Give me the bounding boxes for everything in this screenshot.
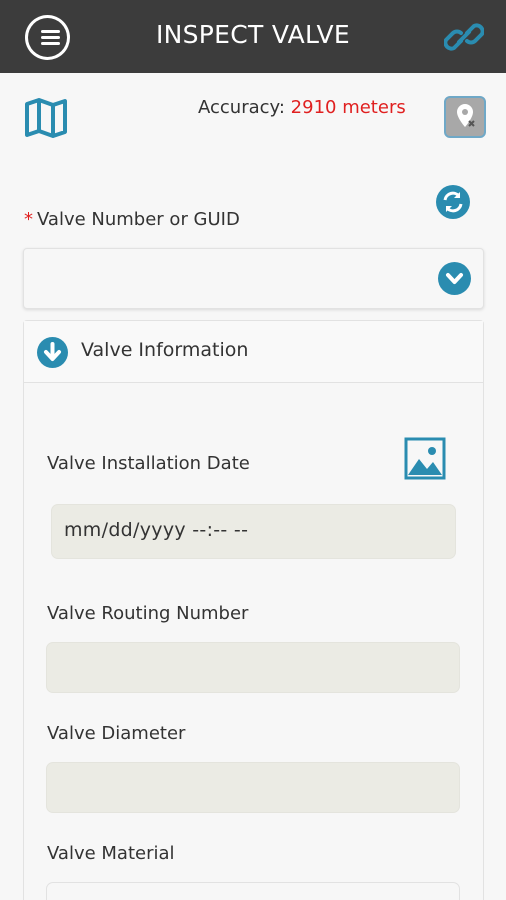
- location-pin-icon: [457, 104, 475, 127]
- diameter-label: Valve Diameter: [47, 723, 186, 744]
- installation-date-placeholder: mm/dd/yyyy --:-- --: [64, 519, 249, 541]
- routing-number-input[interactable]: [46, 642, 460, 693]
- routing-number-label: Valve Routing Number: [47, 603, 249, 624]
- material-label: Valve Material: [47, 843, 175, 864]
- page-title: INSPECT VALVE: [155, 20, 351, 49]
- chevron-down-glyph: [446, 273, 463, 284]
- required-marker: *: [24, 209, 33, 230]
- refresh-icon[interactable]: [435, 184, 471, 220]
- location-pin-button[interactable]: [444, 96, 486, 138]
- valve-number-label: * Valve Number or GUID: [24, 209, 240, 230]
- accuracy-label: Accuracy:: [198, 97, 285, 118]
- app-header: INSPECT VALVE: [0, 0, 506, 73]
- installation-date-label: Valve Installation Date: [47, 453, 250, 474]
- accuracy-readout: Accuracy: 2910 meters: [198, 97, 406, 118]
- diameter-input[interactable]: [46, 762, 460, 813]
- chevron-down-icon[interactable]: [438, 262, 471, 295]
- valve-number-select[interactable]: [23, 248, 484, 309]
- section-title: Valve Information: [81, 339, 249, 361]
- arrow-down-glyph: [44, 342, 61, 361]
- arrow-down-icon[interactable]: [37, 337, 68, 368]
- material-select[interactable]: [46, 882, 460, 900]
- link-icon[interactable]: [444, 18, 484, 56]
- accuracy-value: 2910 meters: [290, 97, 406, 118]
- image-icon[interactable]: [404, 437, 446, 480]
- valve-number-label-text: Valve Number or GUID: [37, 209, 240, 230]
- installation-date-input[interactable]: mm/dd/yyyy --:-- --: [51, 504, 456, 559]
- map-icon[interactable]: [24, 98, 68, 138]
